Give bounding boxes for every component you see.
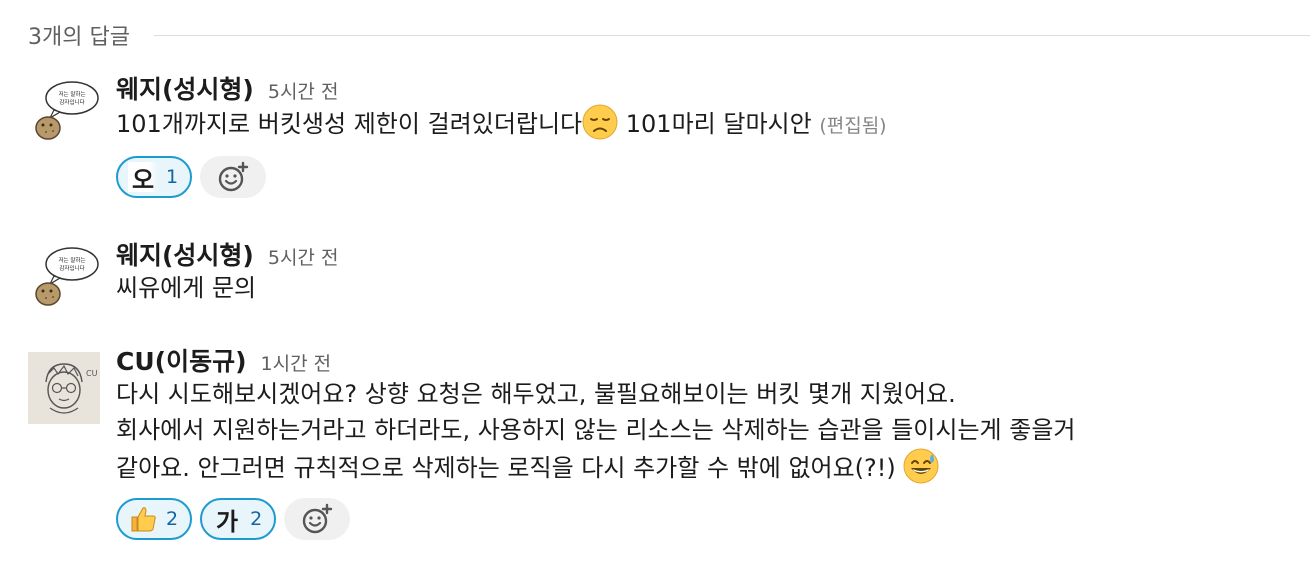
message-text: 101개까지로 버킷생성 제한이 걸려있더랍니다 101마리 달마시안 (편집됨… <box>116 104 1310 144</box>
timestamp[interactable]: 1시간 전 <box>261 349 332 376</box>
author-name[interactable]: CU(이동규) <box>116 342 247 378</box>
avatar-bubble-line-1: 저는 말하는 <box>58 256 85 264</box>
sketch-portrait-avatar-icon: CU <box>28 352 100 424</box>
message-text: 씨유에게 문의 <box>116 274 257 302</box>
message-header: CU(이동규) 1시간 전 <box>116 342 1310 376</box>
reaction-emoji-ga: 가 <box>216 508 239 536</box>
avatar[interactable]: CU <box>28 352 100 424</box>
add-emoji-icon <box>218 161 249 192</box>
reaction-pill[interactable]: 2 <box>116 498 193 540</box>
avatar[interactable]: 저는 말하는 감자입니다 <box>28 76 100 148</box>
avatar-bubble-line-1: 저는 말하는 <box>58 90 85 98</box>
avatar[interactable]: 저는 말하는 감자입니다 <box>28 242 100 314</box>
message-text-part: 같아요. 안그러면 규칙적으로 삭제하는 로직을 다시 추가할 수 밖에 없어요… <box>116 454 904 482</box>
reactions-bar: 오 1 <box>116 156 1310 198</box>
reaction-count: 1 <box>166 166 179 188</box>
potato-avatar-icon: 저는 말하는 감자입니다 <box>28 242 100 314</box>
author-name[interactable]: 웨지(성시형) <box>116 70 254 106</box>
reaction-count: 2 <box>166 508 179 530</box>
add-reaction-button[interactable] <box>200 156 267 198</box>
disappointed-face-icon <box>582 104 618 140</box>
message-text-part: 101개까지로 버킷생성 제한이 걸려있더랍니다 <box>116 110 583 138</box>
avatar-bubble-line-2: 감자입니다 <box>59 264 84 272</box>
grinning-sweat-face-icon <box>903 448 939 484</box>
message-text-part: 101마리 달마시안 <box>618 110 820 138</box>
add-emoji-icon <box>302 503 333 534</box>
message-header: 웨지(성시형) 5시간 전 <box>116 70 1310 104</box>
add-reaction-button[interactable] <box>284 498 351 540</box>
reactions-bar: 2 가 2 <box>116 498 1310 540</box>
replies-count: 3개의 답글 <box>28 25 130 50</box>
reaction-pill[interactable]: 오 1 <box>116 156 193 198</box>
timestamp[interactable]: 5시간 전 <box>268 77 339 104</box>
message-text-line: 회사에서 지원하는거라고 하더라도, 사용하지 않는 리소스는 삭제하는 습관을… <box>116 416 1076 444</box>
author-name[interactable]: 웨지(성시형) <box>116 236 254 272</box>
message-text-line: 다시 시도해보시겠어요? 상향 요청은 해두었고, 불필요해보이는 버킷 몇개 … <box>116 380 956 408</box>
thumbs-up-icon <box>128 504 158 534</box>
avatar-cu-text: CU <box>86 369 98 378</box>
edited-label: (편집됨) <box>819 115 887 137</box>
potato-avatar-icon: 저는 말하는 감자입니다 <box>28 76 100 148</box>
replies-divider: 3개의 답글 <box>28 20 1310 50</box>
timestamp[interactable]: 5시간 전 <box>268 243 339 270</box>
message-text-line: 같아요. 안그러면 규칙적으로 삭제하는 로직을 다시 추가할 수 밖에 없어요… <box>116 448 1310 486</box>
divider-line <box>153 34 1310 36</box>
reaction-count: 2 <box>250 508 263 530</box>
avatar-bubble-line-2: 감자입니다 <box>59 98 84 106</box>
thread-replies-panel: 3개의 답글 저는 말하는 감자입니다 웨지(성시형) 5시간 전 101개까지… <box>0 0 1310 588</box>
reaction-pill[interactable]: 가 2 <box>200 498 277 540</box>
message-header: 웨지(성시형) 5시간 전 <box>116 236 1310 270</box>
reaction-emoji-oh: 오 <box>128 162 158 194</box>
